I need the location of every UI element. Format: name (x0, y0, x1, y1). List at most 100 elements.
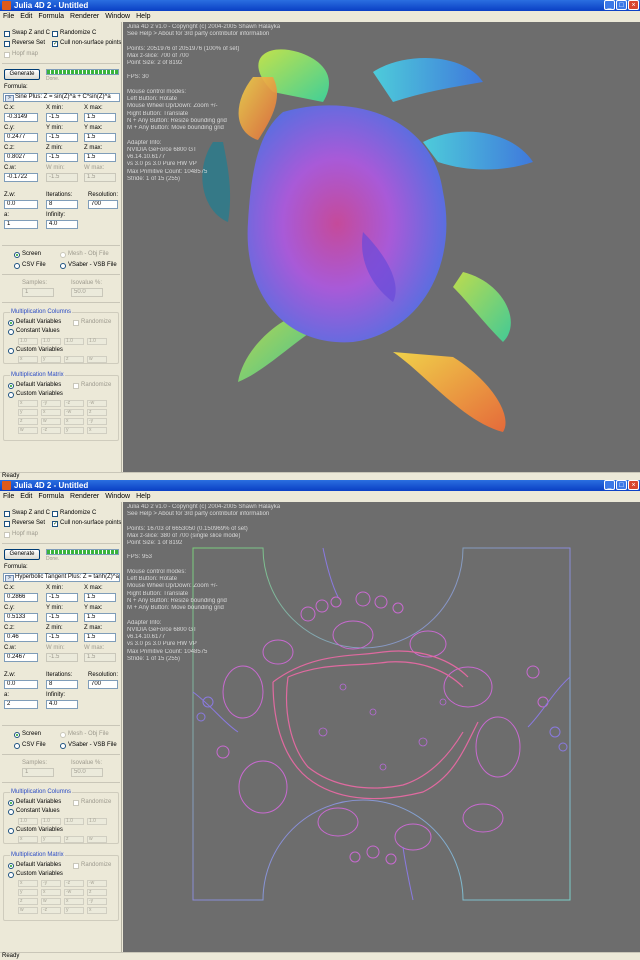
swap-z-c-checkbox[interactable] (4, 31, 10, 37)
zw-input[interactable]: 0.0 (4, 680, 38, 689)
iterations-input[interactable]: 8 (46, 200, 78, 209)
columns-custom-radio[interactable] (8, 348, 14, 354)
menu-edit[interactable]: Edit (20, 11, 32, 22)
constant-field[interactable]: 1.0 (87, 338, 107, 345)
matrix-cell[interactable]: -y (87, 898, 107, 905)
reverse-set-checkbox[interactable] (4, 41, 10, 47)
columns-randomize-checkbox[interactable] (73, 320, 79, 326)
matrix-cell[interactable]: -w (87, 880, 107, 887)
matrix-cell[interactable]: y (18, 409, 38, 416)
mesh-radio[interactable] (60, 732, 66, 738)
vsaber-radio[interactable] (60, 743, 66, 749)
hopf-map-checkbox[interactable] (4, 52, 10, 58)
isovalue-input[interactable]: 50.0 (71, 768, 103, 777)
menu-help[interactable]: Help (136, 491, 150, 502)
custom-field[interactable]: w (87, 836, 107, 843)
columns-randomize-checkbox[interactable] (73, 800, 79, 806)
generate-button[interactable]: Generate (4, 549, 40, 560)
menu-window[interactable]: Window (105, 491, 130, 502)
infinity-input[interactable]: 4.0 (46, 220, 78, 229)
matrix-cell[interactable]: y (64, 427, 84, 434)
columns-custom-radio[interactable] (8, 828, 14, 834)
vsaber-radio[interactable] (60, 263, 66, 269)
maximize-icon[interactable]: □ (616, 480, 627, 490)
hopf-map-checkbox[interactable] (4, 532, 10, 538)
matrix-cell[interactable]: x (64, 898, 84, 905)
cull-checkbox[interactable]: ✓ (52, 41, 58, 47)
custom-field[interactable]: x (18, 836, 38, 843)
matrix-cell[interactable]: y (64, 907, 84, 914)
matrix-cell[interactable]: z (87, 409, 107, 416)
menu-edit[interactable]: Edit (20, 491, 32, 502)
ymin-input[interactable]: -1.5 (46, 613, 78, 622)
matrix-cell[interactable]: x (18, 400, 38, 407)
columns-default-radio[interactable] (8, 800, 14, 806)
samples-input[interactable]: 1 (22, 768, 54, 777)
menu-formula[interactable]: Formula (38, 11, 64, 22)
formula-select[interactable]: > Sine Plus: Z = sin(Z)^a + C*sin(Z)^a (3, 93, 120, 102)
matrix-cell[interactable]: x (41, 409, 61, 416)
constant-field[interactable]: 1.0 (87, 818, 107, 825)
menu-formula[interactable]: Formula (38, 491, 64, 502)
custom-field[interactable]: y (41, 836, 61, 843)
columns-constant-radio[interactable] (8, 809, 14, 815)
title-bar[interactable]: Julia 4D 2 - Untitled _ □ × (0, 0, 640, 11)
cy-input[interactable]: 0.5133 (4, 613, 38, 622)
matrix-cell[interactable]: -w (64, 889, 84, 896)
custom-field[interactable]: y (41, 356, 61, 363)
screen-radio[interactable] (14, 732, 20, 738)
matrix-cell[interactable]: -z (64, 400, 84, 407)
matrix-cell[interactable]: -y (41, 880, 61, 887)
isovalue-input[interactable]: 50.0 (71, 288, 103, 297)
ymax-input[interactable]: 1.5 (84, 613, 116, 622)
matrix-cell[interactable]: x (41, 889, 61, 896)
matrix-default-radio[interactable] (8, 383, 14, 389)
cx-input[interactable]: 0.2866 (4, 593, 38, 602)
columns-default-radio[interactable] (8, 320, 14, 326)
matrix-cell[interactable]: -y (87, 418, 107, 425)
zmin-input[interactable]: -1.5 (46, 633, 78, 642)
xmin-input[interactable]: -1.5 (46, 593, 78, 602)
cy-input[interactable]: 0.2477 (4, 133, 38, 142)
constant-field[interactable]: 1.0 (41, 338, 61, 345)
csv-radio[interactable] (14, 263, 20, 269)
a-input[interactable]: 2 (4, 700, 38, 709)
wmin-input[interactable]: -1.5 (46, 173, 78, 182)
matrix-cell[interactable]: -y (41, 400, 61, 407)
custom-field[interactable]: z (64, 836, 84, 843)
cx-input[interactable]: -0.3149 (4, 113, 38, 122)
matrix-cell[interactable]: -w (87, 400, 107, 407)
a-input[interactable]: 1 (4, 220, 38, 229)
zmax-input[interactable]: 1.5 (84, 633, 116, 642)
matrix-cell[interactable]: -z (41, 427, 61, 434)
wmax-input[interactable]: 1.5 (84, 173, 116, 182)
matrix-cell[interactable]: w (41, 898, 61, 905)
maximize-icon[interactable]: □ (616, 0, 627, 10)
close-icon[interactable]: × (628, 0, 639, 10)
title-bar[interactable]: Julia 4D 2 - Untitled _ □ × (0, 480, 640, 491)
xmin-input[interactable]: -1.5 (46, 113, 78, 122)
xmax-input[interactable]: 1.5 (84, 113, 116, 122)
menu-file[interactable]: File (3, 11, 14, 22)
matrix-randomize-checkbox[interactable] (73, 383, 79, 389)
matrix-cell[interactable]: -z (41, 907, 61, 914)
ymax-input[interactable]: 1.5 (84, 133, 116, 142)
matrix-custom-radio[interactable] (8, 392, 14, 398)
infinity-input[interactable]: 4.0 (46, 700, 78, 709)
matrix-cell[interactable]: z (87, 889, 107, 896)
menu-window[interactable]: Window (105, 11, 130, 22)
cw-input[interactable]: 0.2467 (4, 653, 38, 662)
matrix-cell[interactable]: -z (64, 880, 84, 887)
zw-input[interactable]: 0.0 (4, 200, 38, 209)
menu-file[interactable]: File (3, 491, 14, 502)
zmin-input[interactable]: -1.5 (46, 153, 78, 162)
custom-field[interactable]: x (18, 356, 38, 363)
wmax-input[interactable]: 1.5 (84, 653, 116, 662)
reverse-set-checkbox[interactable] (4, 521, 10, 527)
resolution-input[interactable]: 700 (88, 200, 118, 209)
zmax-input[interactable]: 1.5 (84, 153, 116, 162)
generate-button[interactable]: Generate (4, 69, 40, 80)
matrix-cell[interactable]: y (18, 889, 38, 896)
custom-field[interactable]: w (87, 356, 107, 363)
iterations-input[interactable]: 8 (46, 680, 78, 689)
